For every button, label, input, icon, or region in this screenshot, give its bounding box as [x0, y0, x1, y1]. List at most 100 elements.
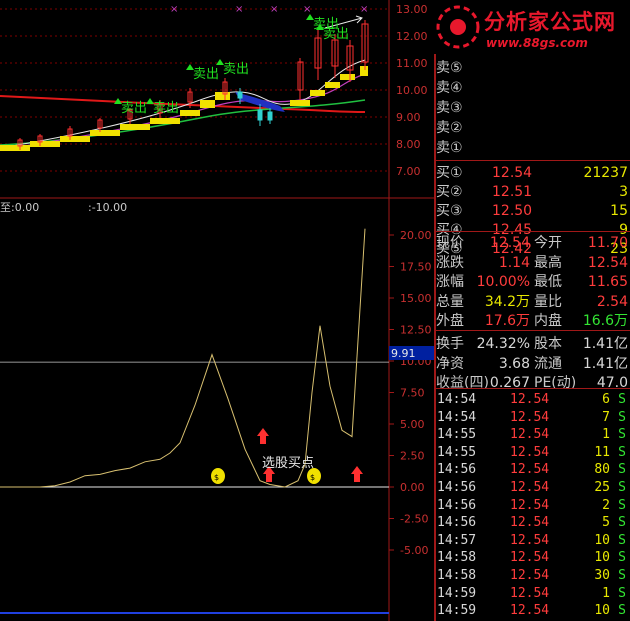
stat-label: 今开: [534, 235, 562, 251]
price-tick-label: 13.00: [396, 3, 428, 16]
tick-row[interactable]: 14:56 12.54 80 S: [434, 460, 630, 479]
ask-row[interactable]: 卖④: [434, 78, 630, 98]
price-tick-label: 7.00: [396, 165, 421, 178]
tick-volume: 11: [594, 444, 610, 460]
stat-label: 量比: [534, 293, 562, 310]
stat-value: 1.41亿: [582, 355, 628, 372]
order-level-label: 卖①: [436, 140, 463, 156]
stats-row: 涨幅 10.00% 最低 11.65: [434, 272, 630, 292]
tick-volume: 30: [594, 568, 610, 583]
tick-row[interactable]: 14:56 12.54 5 S: [434, 513, 630, 532]
tick-side: S: [618, 480, 626, 495]
book-divider: [434, 160, 630, 161]
order-volume: 3: [619, 184, 628, 200]
tick-price: 12.54: [510, 409, 550, 425]
book-divider: [434, 231, 630, 232]
tick-volume: 1: [602, 585, 610, 601]
tick-price: 12.54: [510, 532, 550, 548]
tick-time: 14:56: [437, 462, 477, 478]
indicator-tick-label: 5.00: [400, 418, 425, 431]
stat-label: 股本: [534, 336, 562, 352]
bid-row[interactable]: 买③ 12.50 15: [434, 201, 630, 221]
indicator-tick-label: 17.50: [400, 261, 432, 274]
indicator-tick-label: 20.00: [400, 229, 432, 242]
tick-row[interactable]: 14:58 12.54 10 S: [434, 548, 630, 567]
price-tick-label: 12.00: [396, 30, 428, 43]
bid-row[interactable]: 买① 12.54 21237: [434, 163, 630, 183]
ask-row[interactable]: 卖②: [434, 118, 630, 138]
stats-divider: [434, 330, 630, 331]
order-volume: 21237: [583, 165, 628, 181]
tick-price: 12.54: [510, 480, 550, 495]
chart-area[interactable]: 13.0012.0011.0010.009.008.007.00 × × × ×…: [0, 0, 434, 621]
indicator-tick-label: 7.50: [400, 387, 425, 400]
tick-volume: 25: [594, 480, 610, 495]
logo-mark-icon: [436, 5, 480, 49]
tick-time: 14:55: [437, 444, 477, 460]
logo-url: www.88gs.com: [486, 36, 588, 50]
tick-time: 14:54: [437, 409, 477, 425]
up-arrow-icon: [351, 466, 363, 482]
buy-point-label: 选股买点: [262, 456, 314, 471]
tick-row[interactable]: 14:56 12.54 2 S: [434, 496, 630, 515]
svg-text:×: ×: [303, 4, 311, 15]
stat-value: 11.65: [587, 274, 628, 291]
stat-value: 17.6万: [484, 313, 530, 330]
tick-side: S: [618, 409, 626, 425]
stats-row: 总量 34.2万 量比 2.54: [434, 292, 630, 312]
tick-price: 12.54: [510, 427, 550, 443]
ask-row[interactable]: 卖③: [434, 98, 630, 118]
tick-volume: 1: [602, 427, 610, 443]
tick-side: S: [618, 392, 626, 407]
tick-time: 14:59: [437, 585, 477, 601]
tick-row[interactable]: 14:58 12.54 30 S: [434, 566, 630, 585]
tick-row[interactable]: 14:54 12.54 6 S: [434, 390, 630, 409]
stats-row: 涨跌 1.14 最高 12.54: [434, 253, 630, 273]
sell-signal: 卖出: [114, 98, 147, 116]
tick-side: S: [618, 568, 626, 583]
stat-label: 现价: [436, 235, 464, 251]
stat-label: 涨跌: [436, 254, 464, 271]
stat-value: 12.54: [489, 235, 530, 251]
price-tick-label: 9.00: [396, 111, 421, 124]
order-level-label: 卖②: [436, 120, 463, 136]
tick-row[interactable]: 14:56 12.54 25 S: [434, 478, 630, 497]
stats-row: 净资 3.68 流通 1.41亿: [434, 354, 630, 374]
tick-side: S: [618, 532, 626, 548]
order-level-label: 卖④: [436, 80, 463, 96]
stat-label: 最高: [534, 254, 562, 271]
svg-text:×: ×: [270, 4, 278, 15]
indicator-tick-label: -5.00: [400, 544, 428, 557]
tick-row[interactable]: 14:54 12.54 7 S: [434, 408, 630, 427]
stats-row: 外盘 17.6万 内盘 16.6万: [434, 311, 630, 331]
tick-side: S: [618, 585, 626, 601]
bid-row[interactable]: 买② 12.51 3: [434, 182, 630, 202]
tick-row[interactable]: 14:59 12.54 10 S: [434, 601, 630, 620]
site-logo: 分析家公式网 www.88gs.com: [434, 0, 630, 54]
sell-label: 卖出: [193, 67, 219, 82]
tick-price: 12.54: [510, 392, 550, 407]
sell-label: 卖出: [121, 101, 147, 116]
tick-price: 12.54: [510, 497, 550, 513]
tick-price: 12.54: [510, 444, 550, 460]
tick-row[interactable]: 14:55 12.54 1 S: [434, 425, 630, 444]
tick-row[interactable]: 14:55 12.54 11 S: [434, 443, 630, 462]
stat-label: 净资: [436, 355, 464, 372]
tick-side: S: [618, 497, 626, 513]
tick-row[interactable]: 14:57 12.54 10 S: [434, 531, 630, 550]
tick-side: S: [618, 444, 626, 460]
ask-row[interactable]: 卖⑤: [434, 58, 630, 78]
stat-value: 10.00%: [476, 274, 530, 291]
tick-price: 12.54: [510, 568, 550, 583]
ask-row[interactable]: 卖①: [434, 138, 630, 158]
sell-label: 卖出: [153, 101, 179, 116]
tick-side: S: [618, 603, 626, 619]
indicator-header-right: :-10.00: [88, 201, 127, 214]
tick-price: 12.54: [510, 550, 550, 566]
tick-row[interactable]: 14:59 12.54 1 S: [434, 584, 630, 603]
order-price: 12.50: [492, 203, 533, 219]
stat-label: 总量: [436, 293, 464, 310]
stat-label: 最低: [534, 274, 562, 291]
stat-value: 34.2万: [484, 293, 530, 310]
order-level-label: 买③: [436, 203, 463, 219]
